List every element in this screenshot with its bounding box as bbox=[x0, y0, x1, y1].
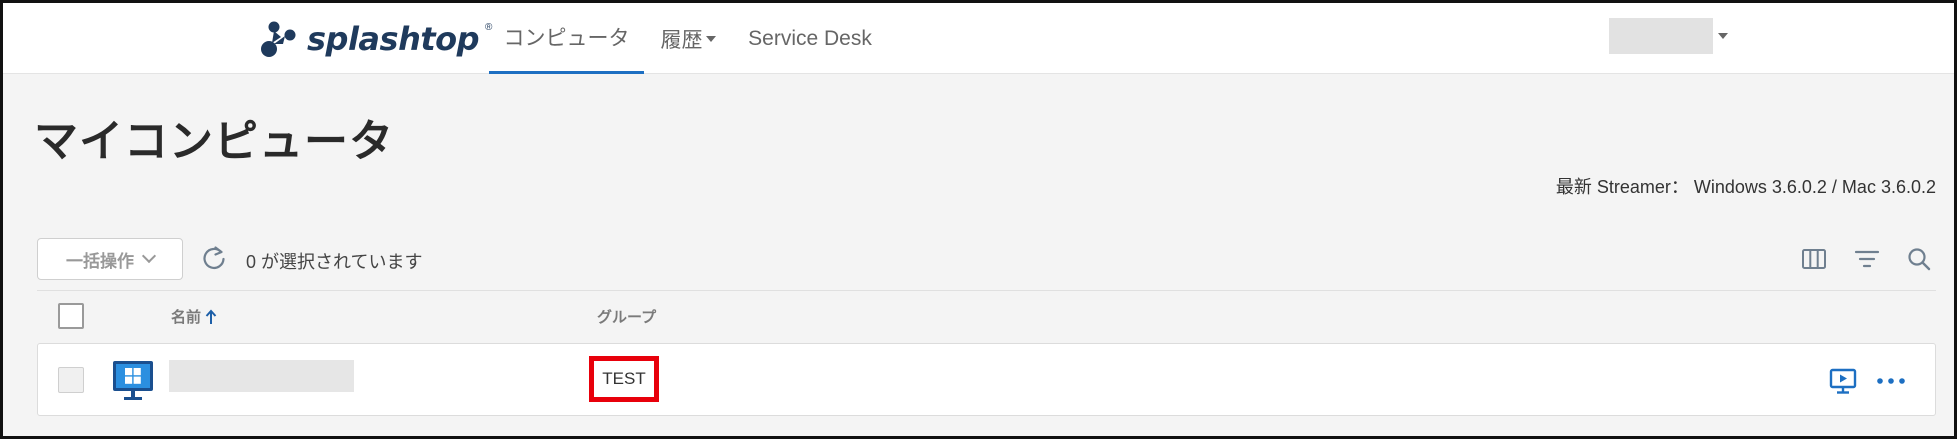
user-menu[interactable] bbox=[1609, 17, 1731, 55]
toolbar-divider bbox=[37, 290, 1936, 291]
tab-service-desk-label: Service Desk bbox=[748, 26, 872, 50]
tab-history[interactable]: 履歴 bbox=[653, 3, 723, 74]
column-header-name[interactable]: 名前 bbox=[171, 306, 217, 327]
bulk-action-label: 一括操作 bbox=[66, 251, 134, 271]
bulk-action-dropdown[interactable]: 一括操作 bbox=[37, 238, 183, 280]
selection-status: 0 が選択されています bbox=[246, 252, 423, 272]
chevron-down-icon bbox=[141, 248, 157, 264]
tab-computers-label: コンピュータ bbox=[503, 27, 630, 50]
caret-down-icon bbox=[705, 35, 716, 42]
tab-service-desk[interactable]: Service Desk bbox=[740, 3, 880, 74]
filter-icon[interactable] bbox=[1853, 245, 1881, 273]
app-window: splashtop ® コンピュータ 履歴 Service Desk マイコンピ… bbox=[0, 0, 1957, 439]
search-icon[interactable] bbox=[1905, 245, 1933, 273]
page-title: マイコンピュータ bbox=[34, 117, 394, 166]
caret-down-icon bbox=[1718, 33, 1728, 39]
columns-icon[interactable] bbox=[1800, 245, 1828, 273]
splashtop-logo[interactable]: splashtop ® bbox=[259, 15, 492, 63]
logo-wordmark: splashtop bbox=[307, 20, 480, 58]
more-options-icon[interactable] bbox=[1875, 367, 1907, 395]
computer-name-redacted bbox=[169, 360, 354, 392]
latest-streamer-info: 最新 Streamer： Windows 3.6.0.2 / Mac 3.6.0… bbox=[1555, 177, 1936, 197]
group-value: TEST bbox=[602, 369, 646, 388]
select-all-checkbox[interactable] bbox=[58, 303, 84, 329]
windows-computer-icon bbox=[113, 361, 153, 400]
user-name-redacted bbox=[1609, 18, 1713, 54]
remote-connect-icon[interactable] bbox=[1829, 367, 1857, 395]
column-header-name-label: 名前 bbox=[171, 309, 202, 326]
table-row[interactable]: TEST bbox=[37, 343, 1936, 416]
splashtop-mark-icon bbox=[261, 21, 296, 57]
tab-computers[interactable]: コンピュータ bbox=[489, 3, 644, 74]
tab-history-label: 履歴 bbox=[660, 28, 703, 52]
sort-ascending-arrow-icon bbox=[205, 309, 217, 324]
refresh-icon[interactable] bbox=[200, 244, 228, 272]
top-navigation: splashtop ® コンピュータ 履歴 Service Desk bbox=[3, 3, 1954, 74]
group-highlight-box: TEST bbox=[589, 356, 659, 402]
row-checkbox[interactable] bbox=[58, 367, 84, 393]
column-header-group[interactable]: グループ bbox=[597, 306, 656, 327]
